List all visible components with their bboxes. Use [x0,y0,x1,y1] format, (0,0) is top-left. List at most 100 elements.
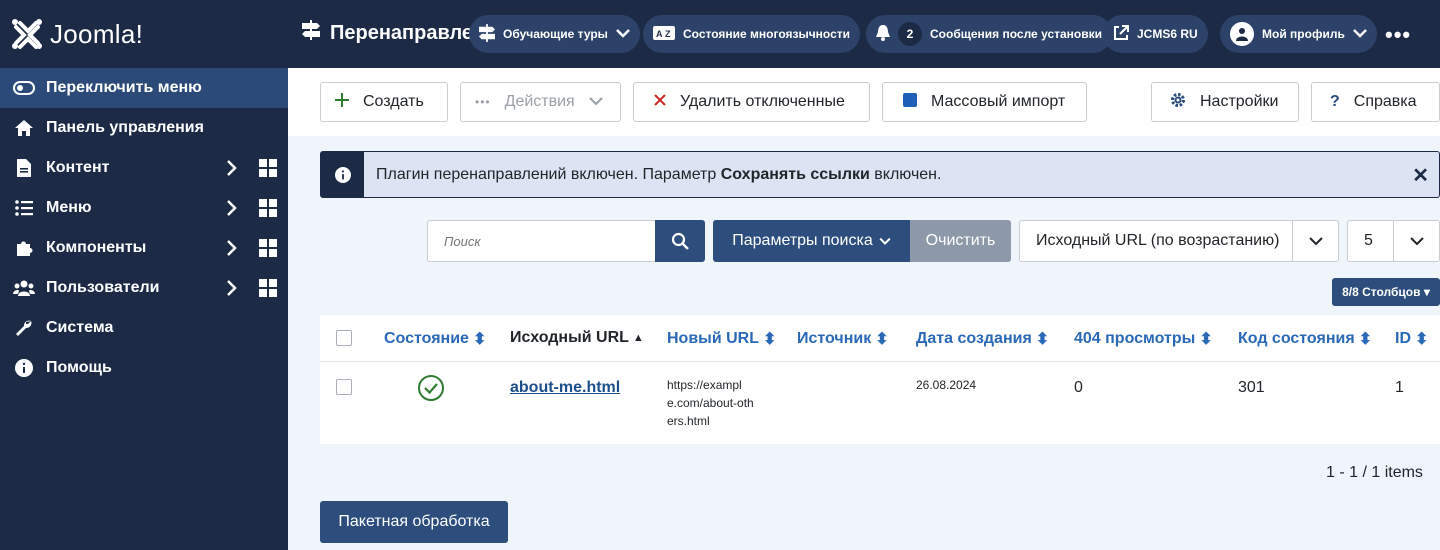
wrench-icon [12,319,36,337]
users-icon [12,280,36,296]
language-icon: AZ [653,25,675,43]
bulk-import-button[interactable]: Массовый импорт [882,82,1087,122]
info-icon [12,359,36,377]
column-header-referer[interactable]: Источник ⬍ [797,329,889,349]
dashboard-grid-icon[interactable] [259,239,277,262]
info-alert: Плагин перенаправлений включен. Параметр… [320,151,1440,198]
status-code-cell: 301 [1238,379,1265,396]
sidebar-item-label: Помощь [46,359,112,376]
guided-tours-button[interactable]: Обучающие туры [469,15,640,53]
sidebar-item-components[interactable]: Компоненты [0,228,288,268]
sort-icon: ⬍ [1199,331,1213,348]
pagination-info: 1 - 1 / 1 items [1326,464,1423,481]
signpost-icon [479,23,495,45]
home-icon [12,119,36,137]
select-all-checkbox[interactable] [336,330,352,346]
redirects-table: Состояние ⬍ Исходный URL ▲ Новый URL ⬍ Исто… [320,315,1440,444]
chevron-right-icon[interactable] [226,279,238,302]
user-profile-button[interactable]: Мой профиль [1220,15,1377,53]
id-cell: 1 [1395,379,1404,396]
chevron-down-icon [879,232,891,250]
chevron-right-icon[interactable] [226,239,238,262]
old-url-link[interactable]: about-me.html [510,379,620,397]
batch-button[interactable]: Пакетная обработка [320,501,508,543]
actions-dropdown[interactable]: ••• Действия [460,82,621,122]
list-limit-select[interactable]: 5 [1347,220,1440,262]
external-link-icon [1113,24,1129,44]
header: Перенаправлен Обучающие туры AZ Состояни… [288,0,1440,68]
question-icon: ? [1330,93,1340,110]
new-url-cell: https://exampl e.com/about-oth ers.html [667,378,754,428]
column-header-new-url[interactable]: Новый URL ⬍ [667,329,776,349]
chevron-down-icon [616,27,630,41]
chevron-right-icon[interactable] [226,159,238,182]
close-icon[interactable]: ✕ [1412,163,1429,188]
dashboard-grid-icon[interactable] [259,279,277,302]
search-button[interactable] [655,220,705,262]
create-button[interactable]: Создать [320,82,448,122]
joomla-logo[interactable]: Joomla! [0,0,288,68]
sidebar-item-dashboard[interactable]: Панель управления [0,108,288,148]
help-button[interactable]: ? Справка [1311,82,1440,122]
sort-icon: ⬍ [472,331,487,348]
published-check-icon[interactable] [417,374,445,407]
sidebar-item-help[interactable]: Помощь [0,348,288,388]
file-icon [12,159,36,177]
sort-icon: ⬍ [875,331,889,348]
row-checkbox[interactable] [336,379,352,395]
column-header-status[interactable]: Состояние ⬍ [384,329,486,349]
svg-text:A: A [656,29,663,39]
column-header-old-url[interactable]: Исходный URL ▲ [510,329,644,347]
sidebar-item-label: Система [46,319,114,336]
chevron-down-icon [589,93,603,111]
sidebar-item-label: Контент [46,159,110,176]
signpost-icon [302,20,320,46]
sidebar: Joomla! Переключить меню Панель управлен… [0,0,288,550]
sidebar-item-label: Пользователи [46,279,160,296]
delete-disabled-button[interactable]: Удалить отключенные [633,82,870,122]
column-header-created[interactable]: Дата создания ⬍ [916,329,1049,349]
square-icon [903,92,917,112]
more-menu-button[interactable]: ••• [1385,22,1411,48]
sidebar-item-toggle-menu[interactable]: Переключить меню [0,68,288,108]
ordering-select[interactable]: Исходный URL (по возрастанию) [1019,220,1339,262]
sidebar-item-content[interactable]: Контент [0,148,288,188]
sort-icon: ⬍ [763,331,777,348]
clear-button[interactable]: Очистить [910,220,1011,262]
sidebar-item-users[interactable]: Пользователи [0,268,288,308]
table-header: Состояние ⬍ Исходный URL ▲ Новый URL ⬍ Исто… [320,315,1440,362]
hits-cell: 0 [1074,379,1083,396]
sort-icon: ⬍ [1358,331,1373,348]
chevron-down-icon [1292,221,1338,261]
dashboard-grid-icon[interactable] [259,159,277,182]
sidebar-item-menus[interactable]: Меню [0,188,288,228]
sidebar-item-label: Компоненты [46,239,147,256]
columns-toggle-button[interactable]: 8/8 Столбцов ▾ [1332,278,1440,306]
column-header-hits[interactable]: 404 просмотры ⬍ [1074,329,1213,349]
messages-count-badge: 2 [898,22,922,46]
joomla-logo-icon [12,19,42,49]
chevron-right-icon[interactable] [226,199,238,222]
sort-icon: ⬍ [1415,331,1429,348]
options-button[interactable]: Настройки [1151,82,1299,122]
search-icon [671,232,689,250]
close-icon [654,93,666,111]
column-header-code[interactable]: Код состояния ⬍ [1238,329,1372,349]
view-site-button[interactable]: JCMS6 RU [1103,15,1208,53]
search-input[interactable] [427,220,656,262]
ellipsis-icon: ••• [475,95,491,109]
dashboard-grid-icon[interactable] [259,199,277,222]
post-install-messages-button[interactable]: 2 Сообщения после установки [866,15,1113,53]
plus-icon [335,92,349,112]
sidebar-item-system[interactable]: Система [0,308,288,348]
search-options-button[interactable]: Параметры поиска [713,220,910,262]
svg-text:Z: Z [665,29,671,39]
chevron-down-icon [1393,221,1439,261]
bell-icon [876,24,890,44]
chevron-down-icon [1352,27,1367,41]
toolbar: Создать ••• Действия Удалить отключенные… [288,68,1440,136]
sidebar-item-label: Переключить меню [46,79,202,96]
logo-text: Joomla! [50,18,144,49]
column-header-id[interactable]: ID ⬍ [1395,329,1428,349]
multilingual-status-button[interactable]: AZ Состояние многоязычности [643,15,861,53]
